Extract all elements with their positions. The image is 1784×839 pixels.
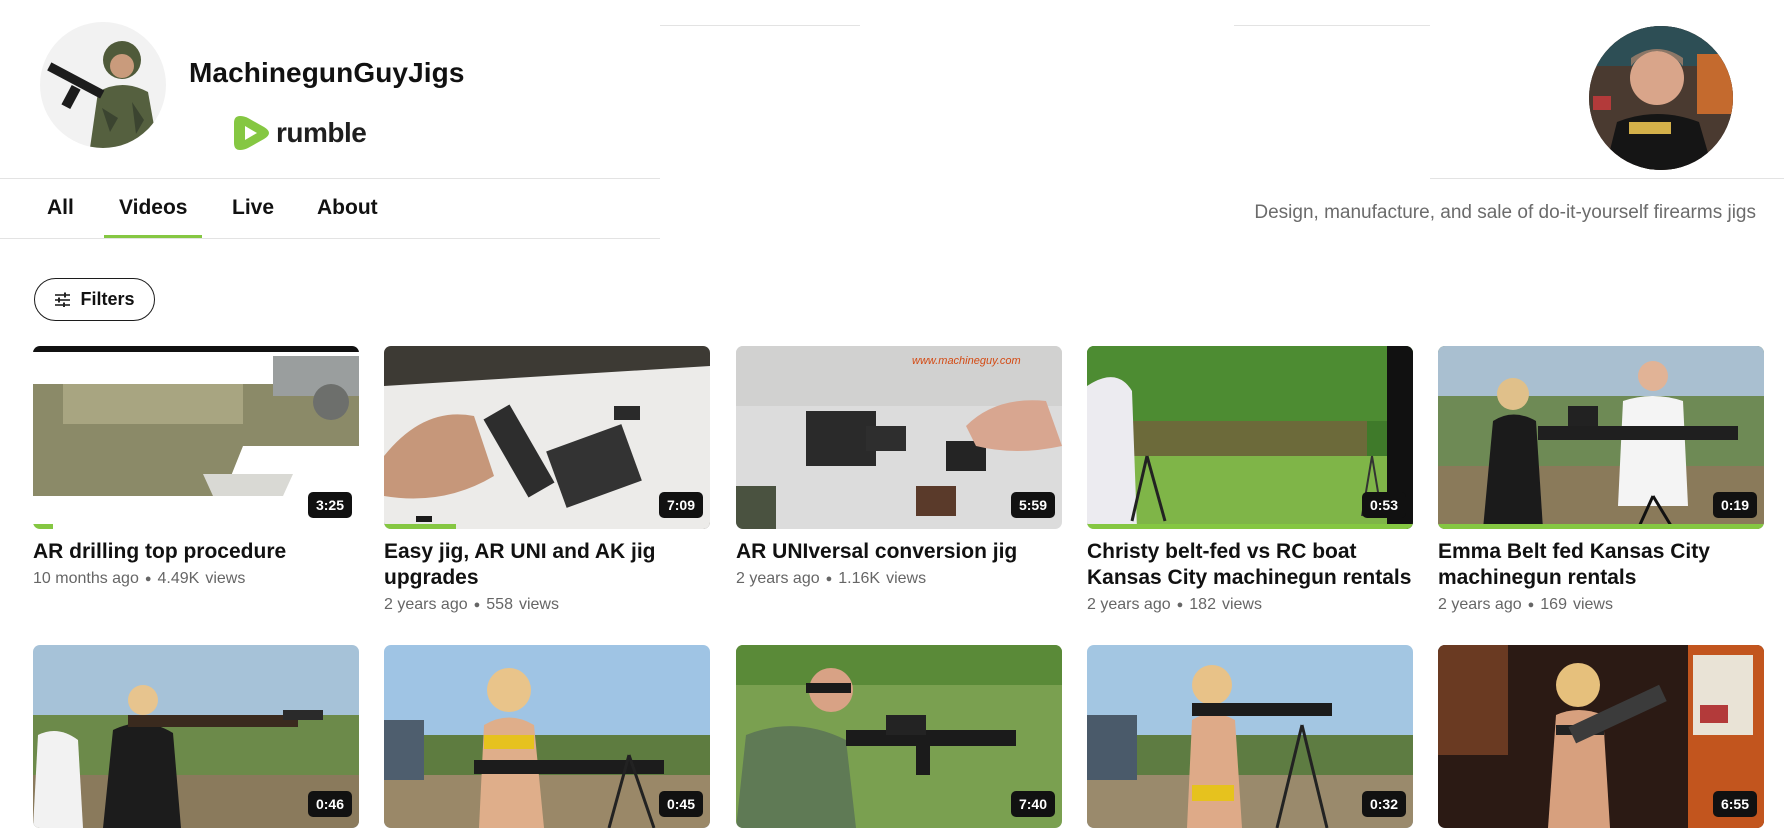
watermark-text: www.machineguy.com	[912, 355, 1021, 367]
active-tab-indicator	[104, 235, 202, 238]
rumble-play-icon	[234, 116, 269, 150]
duration-badge: 7:40	[1010, 791, 1055, 817]
meta-separator: ●	[1176, 599, 1184, 611]
filters-icon	[55, 292, 71, 307]
video-card[interactable]: 7:40	[736, 645, 1062, 828]
video-meta: 2 years ago ● 182 views	[1087, 596, 1413, 614]
duration-badge: 0:46	[307, 791, 352, 817]
video-thumbnail[interactable]: www.machineguy.com 5:59	[736, 346, 1062, 529]
video-title-line: machinegun rentals	[1438, 566, 1637, 589]
video-views: 169	[1540, 596, 1567, 613]
video-card[interactable]: 0:32	[1087, 645, 1413, 828]
video-title-line: Emma Belt fed Kansas City	[1438, 540, 1710, 563]
video-card[interactable]: 0:53 Christy belt-fed vs RC boat Kansas …	[1087, 346, 1413, 614]
video-card[interactable]: www.machineguy.com 5:59 AR UNIversal con…	[736, 346, 1062, 588]
video-views-label: views	[886, 570, 927, 587]
video-thumbnail[interactable]: 0:46	[33, 645, 359, 828]
video-meta: 10 months ago ● 4.49K views	[33, 570, 359, 588]
video-views: 4.49K	[157, 570, 200, 587]
video-title[interactable]: Emma Belt fed Kansas City machinegun ren…	[1438, 539, 1764, 591]
duration-badge: 3:25	[307, 492, 352, 518]
video-views: 182	[1189, 596, 1216, 613]
tab-live[interactable]: Live	[232, 196, 274, 220]
tab-all[interactable]: All	[47, 196, 74, 220]
video-age: 2 years ago	[1438, 596, 1522, 613]
video-card[interactable]: 3:25 AR drilling top procedure 10 months…	[33, 346, 359, 588]
watch-progress-bar	[33, 524, 53, 529]
meta-separator: ●	[825, 573, 833, 585]
watch-progress-bar	[1087, 524, 1413, 529]
video-thumbnail[interactable]: 6:55	[1438, 645, 1764, 828]
channel-owner-photo	[1589, 26, 1733, 170]
video-title-line: upgrades	[384, 566, 479, 589]
video-thumbnail[interactable]: 0:53	[1087, 346, 1413, 529]
video-card[interactable]: 6:55	[1438, 645, 1764, 828]
channel-avatar[interactable]	[40, 22, 166, 148]
tab-about[interactable]: About	[317, 196, 378, 220]
duration-badge: 0:19	[1712, 492, 1757, 518]
video-age: 2 years ago	[1087, 596, 1171, 613]
video-thumbnail[interactable]: 7:40	[736, 645, 1062, 828]
video-thumbnail[interactable]: 0:45	[384, 645, 710, 828]
watch-progress-bar	[1438, 524, 1764, 529]
video-age: 2 years ago	[384, 596, 468, 613]
video-card[interactable]: 0:19 Emma Belt fed Kansas City machinegu…	[1438, 346, 1764, 614]
video-title-line: AR UNIversal conversion jig	[736, 540, 1018, 563]
video-views-label: views	[518, 596, 559, 613]
video-card[interactable]: 7:09 Easy jig, AR UNI and AK jig upgrade…	[384, 346, 710, 614]
video-thumbnail[interactable]: 0:19	[1438, 346, 1764, 529]
video-age: 2 years ago	[736, 570, 820, 587]
filters-button[interactable]: Filters	[34, 278, 155, 321]
video-thumbnail[interactable]: 3:25	[33, 346, 359, 529]
rumble-wordmark: rumble	[276, 117, 367, 148]
video-age: 10 months ago	[33, 570, 139, 587]
video-views-label: views	[1572, 596, 1613, 613]
video-title[interactable]: AR UNIversal conversion jig	[736, 539, 1062, 565]
duration-badge: 0:32	[1361, 791, 1406, 817]
meta-separator: ●	[473, 599, 481, 611]
video-title-line: Kansas City machinegun rentals	[1087, 566, 1412, 589]
filters-label: Filters	[80, 289, 135, 309]
duration-badge: 5:59	[1010, 492, 1055, 518]
video-thumbnail[interactable]: 0:32	[1087, 645, 1413, 828]
video-title[interactable]: Christy belt-fed vs RC boat Kansas City …	[1087, 539, 1413, 591]
video-title-line: Easy jig, AR UNI and AK jig	[384, 540, 656, 563]
video-card[interactable]: 0:45	[384, 645, 710, 828]
video-title[interactable]: AR drilling top procedure	[33, 539, 359, 565]
header-divider	[660, 25, 860, 26]
duration-badge: 6:55	[1712, 791, 1757, 817]
video-thumbnail[interactable]: 7:09	[384, 346, 710, 529]
video-views-label: views	[205, 570, 246, 587]
channel-name: MachinegunGuyJigs	[189, 57, 465, 88]
video-views: 558	[486, 596, 513, 613]
video-card[interactable]: 0:46	[33, 645, 359, 828]
header-divider	[0, 238, 660, 239]
tab-videos[interactable]: Videos	[119, 196, 187, 220]
video-title[interactable]: Easy jig, AR UNI and AK jig upgrades	[384, 539, 710, 591]
header-divider	[1430, 178, 1784, 179]
video-meta: 2 years ago ● 1.16K views	[736, 570, 1062, 588]
video-views: 1.16K	[838, 570, 881, 587]
duration-badge: 0:53	[1361, 492, 1406, 518]
header-divider	[1234, 25, 1430, 26]
video-meta: 2 years ago ● 558 views	[384, 596, 710, 614]
video-title-line: AR drilling top procedure	[33, 540, 287, 563]
channel-tagline: Design, manufacture, and sale of do-it-y…	[1254, 202, 1756, 223]
watch-progress-bar	[384, 524, 456, 529]
meta-separator: ●	[144, 573, 152, 585]
video-title-line: Christy belt-fed vs RC boat	[1087, 540, 1357, 563]
duration-badge: 0:45	[658, 791, 703, 817]
rumble-logo[interactable]: rumble	[232, 113, 367, 153]
video-meta: 2 years ago ● 169 views	[1438, 596, 1764, 614]
duration-badge: 7:09	[658, 492, 703, 518]
channel-tabs: All Videos Live About	[0, 178, 660, 238]
video-views-label: views	[1221, 596, 1262, 613]
meta-separator: ●	[1527, 599, 1535, 611]
